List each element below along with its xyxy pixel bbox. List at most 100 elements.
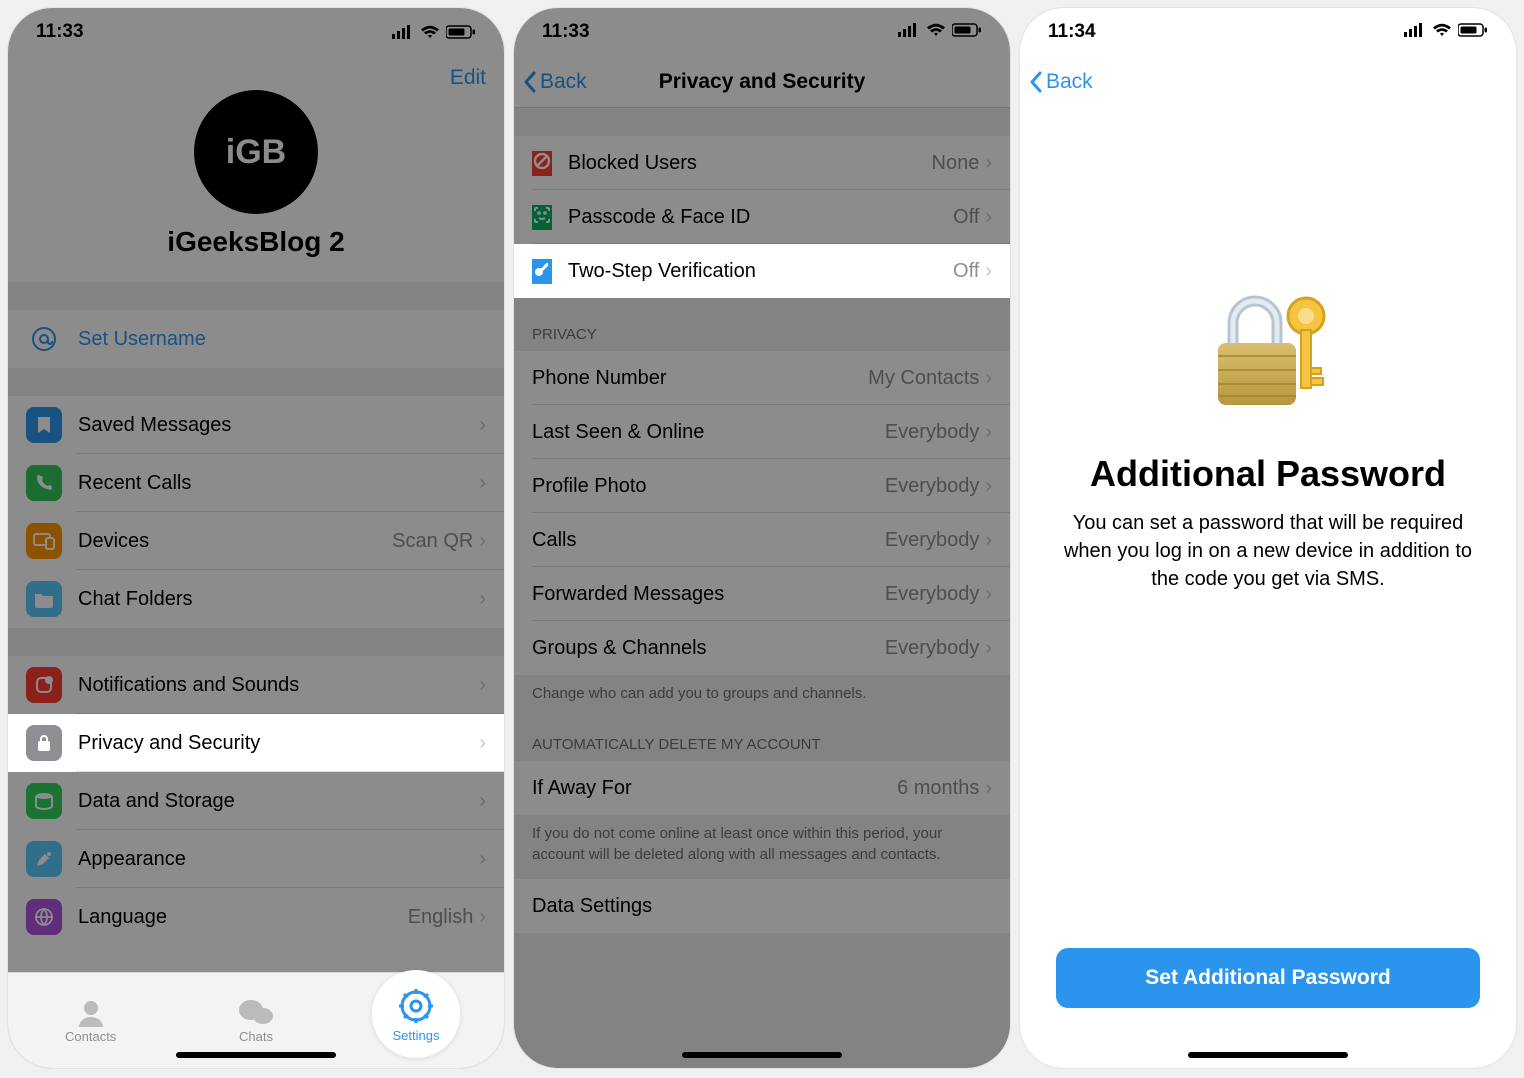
passcode-value: Off <box>953 206 979 229</box>
privacy-section-footer: Change who can add you to groups and cha… <box>514 675 1010 718</box>
home-indicator[interactable] <box>682 1052 842 1058</box>
status-icons <box>392 25 476 39</box>
language-label: Language <box>78 906 408 929</box>
page-description: You can set a password that will be requ… <box>1056 509 1480 593</box>
screen-settings: 11:33 Edit iGB iGeeksBlog 2 Set Username <box>8 8 504 1068</box>
devices-label: Devices <box>78 530 392 553</box>
devices-value: Scan QR <box>392 530 473 553</box>
row-data-settings[interactable]: Data Settings <box>514 879 1010 933</box>
row-privacy-security[interactable]: Privacy and Security › <box>8 714 504 772</box>
row-last-seen[interactable]: Last Seen & Online Everybody › <box>514 405 1010 459</box>
tab-settings-label: Settings <box>393 1028 440 1043</box>
folder-icon <box>26 581 62 617</box>
chevron-icon: › <box>479 790 486 813</box>
battery-icon <box>446 25 476 39</box>
row-appearance[interactable]: Appearance › <box>8 830 504 888</box>
set-password-button-label: Set Additional Password <box>1145 966 1390 990</box>
avatar[interactable]: iGB <box>194 90 318 214</box>
chevron-icon: › <box>479 674 486 697</box>
bookmark-icon <box>26 407 62 443</box>
at-icon <box>26 321 62 357</box>
lock-key-illustration <box>1193 288 1343 423</box>
appearance-label: Appearance <box>78 848 479 871</box>
cellular-icon <box>392 25 414 39</box>
data-settings-label: Data Settings <box>532 895 992 918</box>
row-chat-folders[interactable]: Chat Folders › <box>8 570 504 628</box>
chevron-icon: › <box>985 206 992 229</box>
page-title: Privacy and Security <box>514 70 1010 94</box>
blocked-users-value: None <box>932 152 980 175</box>
back-button[interactable]: Back <box>1028 70 1093 94</box>
wifi-icon <box>420 25 440 39</box>
chevron-icon: › <box>479 530 486 553</box>
tab-contacts[interactable]: Contacts <box>8 973 173 1068</box>
groups-label: Groups & Channels <box>532 637 885 660</box>
row-language[interactable]: Language English › <box>8 888 504 946</box>
row-if-away[interactable]: If Away For 6 months › <box>514 761 1010 815</box>
data-storage-label: Data and Storage <box>78 790 479 813</box>
avatar-text: iGB <box>226 133 286 172</box>
data-icon <box>26 783 62 819</box>
home-indicator[interactable] <box>176 1052 336 1058</box>
screen-privacy-security: 11:33 Back Privacy and Security Blocked … <box>514 8 1010 1068</box>
row-saved-messages[interactable]: Saved Messages › <box>8 396 504 454</box>
status-time: 11:33 <box>542 21 590 43</box>
chevron-icon: › <box>985 777 992 800</box>
row-calls[interactable]: Calls Everybody › <box>514 513 1010 567</box>
row-groups[interactable]: Groups & Channels Everybody › <box>514 621 1010 675</box>
wifi-icon <box>926 21 946 43</box>
edit-button[interactable]: Edit <box>450 66 486 90</box>
last-seen-label: Last Seen & Online <box>532 421 885 444</box>
row-forwarded[interactable]: Forwarded Messages Everybody › <box>514 567 1010 621</box>
wifi-icon <box>1432 21 1452 43</box>
profile-photo-value: Everybody <box>885 475 980 498</box>
back-label: Back <box>540 70 587 94</box>
chevron-icon: › <box>985 260 992 283</box>
saved-messages-label: Saved Messages <box>78 414 479 437</box>
phone-number-value: My Contacts <box>868 367 979 390</box>
delete-section-header: AUTOMATICALLY DELETE MY ACCOUNT <box>514 718 1010 761</box>
calls-label: Calls <box>532 529 885 552</box>
nav-bar: Back <box>1020 56 1516 108</box>
privacy-label: Privacy and Security <box>78 732 479 755</box>
gear-icon <box>396 986 436 1026</box>
row-two-step[interactable]: Two-Step Verification Off › <box>514 244 1010 298</box>
row-profile-photo[interactable]: Profile Photo Everybody › <box>514 459 1010 513</box>
status-time: 11:33 <box>36 21 84 43</box>
row-phone-number[interactable]: Phone Number My Contacts › <box>514 351 1010 405</box>
devices-icon <box>26 523 62 559</box>
tab-settings[interactable]: Settings <box>372 970 460 1058</box>
screen-additional-password: 11:34 Back <box>1020 8 1516 1068</box>
home-indicator[interactable] <box>1188 1052 1348 1058</box>
row-notifications[interactable]: Notifications and Sounds › <box>8 656 504 714</box>
row-data-storage[interactable]: Data and Storage › <box>8 772 504 830</box>
chat-folders-label: Chat Folders <box>78 588 479 611</box>
row-recent-calls[interactable]: Recent Calls › <box>8 454 504 512</box>
row-devices[interactable]: Devices Scan QR › <box>8 512 504 570</box>
passcode-label: Passcode & Face ID <box>568 206 953 229</box>
status-icons <box>898 21 982 43</box>
two-step-label: Two-Step Verification <box>568 260 953 283</box>
last-seen-value: Everybody <box>885 421 980 444</box>
status-bar: 11:34 <box>1020 8 1516 56</box>
row-passcode[interactable]: Passcode & Face ID Off › <box>514 190 1010 244</box>
status-icons <box>1404 21 1488 43</box>
back-button[interactable]: Back <box>522 70 587 94</box>
forwarded-value: Everybody <box>885 583 980 606</box>
battery-icon <box>952 21 982 43</box>
tab-chats-label: Chats <box>239 1029 273 1044</box>
block-icon <box>532 151 552 176</box>
profile-name: iGeeksBlog 2 <box>8 226 504 258</box>
row-set-username[interactable]: Set Username <box>8 310 504 368</box>
chevron-icon: › <box>985 583 992 606</box>
row-blocked-users[interactable]: Blocked Users None › <box>514 136 1010 190</box>
if-away-label: If Away For <box>532 777 897 800</box>
forwarded-label: Forwarded Messages <box>532 583 885 606</box>
chevron-icon: › <box>479 588 486 611</box>
phone-icon <box>26 465 62 501</box>
chevron-icon: › <box>479 472 486 495</box>
set-password-button[interactable]: Set Additional Password <box>1056 948 1480 1008</box>
if-away-value: 6 months <box>897 777 979 800</box>
nav-bar: Back Privacy and Security <box>514 56 1010 108</box>
chevron-icon: › <box>985 421 992 444</box>
